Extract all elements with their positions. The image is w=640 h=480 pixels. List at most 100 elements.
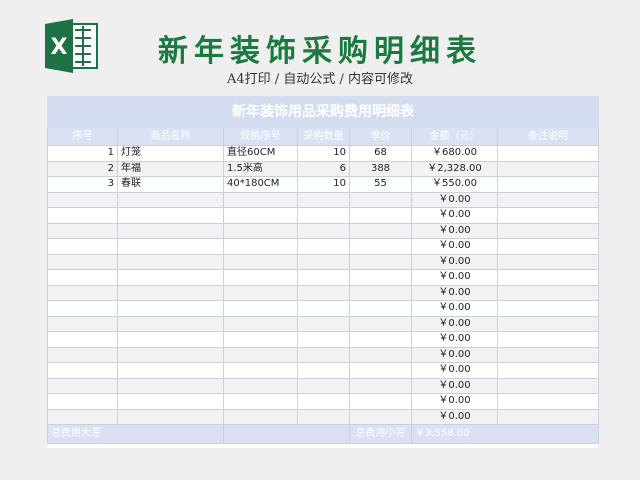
table-cell[interactable] bbox=[297, 238, 350, 255]
table-cell[interactable] bbox=[223, 191, 298, 208]
table-cell[interactable]: ￥0.00 bbox=[411, 222, 498, 239]
column-header[interactable]: 采购数量 bbox=[297, 127, 350, 146]
table-cell[interactable]: ￥0.00 bbox=[411, 377, 498, 394]
table-cell[interactable] bbox=[117, 362, 224, 379]
table-cell[interactable] bbox=[297, 300, 350, 317]
table-cell[interactable] bbox=[47, 315, 118, 332]
table-cell[interactable]: ￥0.00 bbox=[411, 191, 498, 208]
table-cell[interactable] bbox=[497, 362, 599, 379]
table-cell[interactable] bbox=[117, 238, 224, 255]
table-cell[interactable] bbox=[349, 284, 412, 301]
table-cell[interactable] bbox=[497, 238, 599, 255]
table-cell[interactable] bbox=[223, 207, 298, 224]
table-cell[interactable] bbox=[497, 160, 599, 177]
table-cell[interactable]: 10 bbox=[297, 145, 350, 162]
table-cell[interactable] bbox=[297, 269, 350, 286]
table-cell[interactable] bbox=[223, 284, 298, 301]
table-cell[interactable] bbox=[349, 222, 412, 239]
table-cell[interactable] bbox=[497, 207, 599, 224]
table-cell[interactable]: 年福 bbox=[117, 160, 224, 177]
column-header[interactable]: 备注说明 bbox=[497, 127, 599, 146]
table-cell[interactable] bbox=[497, 191, 599, 208]
table-cell[interactable] bbox=[349, 362, 412, 379]
table-cell[interactable] bbox=[117, 331, 224, 348]
table-cell[interactable]: 3 bbox=[47, 176, 118, 193]
table-cell[interactable] bbox=[47, 284, 118, 301]
table-cell[interactable] bbox=[349, 238, 412, 255]
table-cell[interactable]: 1 bbox=[47, 145, 118, 162]
table-cell[interactable]: 10 bbox=[297, 176, 350, 193]
table-cell[interactable] bbox=[297, 191, 350, 208]
table-cell[interactable] bbox=[223, 393, 298, 410]
table-cell[interactable] bbox=[117, 315, 224, 332]
table-cell[interactable] bbox=[349, 300, 412, 317]
column-header[interactable]: 商品名称 bbox=[117, 127, 224, 146]
table-cell[interactable] bbox=[349, 253, 412, 270]
table-cell[interactable]: ￥680.00 bbox=[411, 145, 498, 162]
table-cell[interactable] bbox=[47, 238, 118, 255]
table-cell[interactable] bbox=[117, 191, 224, 208]
table-cell[interactable] bbox=[223, 300, 298, 317]
table-cell[interactable] bbox=[349, 346, 412, 363]
table-cell[interactable]: ￥0.00 bbox=[411, 315, 498, 332]
table-cell[interactable]: 40*180CM bbox=[223, 176, 298, 193]
table-cell[interactable]: ￥0.00 bbox=[411, 253, 498, 270]
table-cell[interactable] bbox=[497, 176, 599, 193]
table-cell[interactable]: 灯笼 bbox=[117, 145, 224, 162]
table-cell[interactable] bbox=[223, 362, 298, 379]
table-cell[interactable] bbox=[497, 145, 599, 162]
table-cell[interactable] bbox=[117, 346, 224, 363]
table-cell[interactable] bbox=[497, 300, 599, 317]
table-cell[interactable] bbox=[117, 222, 224, 239]
table-cell[interactable]: ￥0.00 bbox=[411, 393, 498, 410]
table-cell[interactable] bbox=[223, 408, 298, 425]
table-cell[interactable] bbox=[117, 284, 224, 301]
table-cell[interactable] bbox=[349, 315, 412, 332]
table-cell[interactable]: 1.5米高 bbox=[223, 160, 298, 177]
table-cell[interactable] bbox=[47, 207, 118, 224]
table-cell[interactable]: ￥0.00 bbox=[411, 331, 498, 348]
table-cell[interactable] bbox=[47, 300, 118, 317]
table-cell[interactable] bbox=[349, 408, 412, 425]
table-cell[interactable] bbox=[47, 331, 118, 348]
table-cell[interactable] bbox=[297, 331, 350, 348]
table-cell[interactable] bbox=[47, 253, 118, 270]
table-cell[interactable]: 春联 bbox=[117, 176, 224, 193]
table-cell[interactable] bbox=[297, 377, 350, 394]
table-cell[interactable] bbox=[117, 253, 224, 270]
table-cell[interactable]: ￥0.00 bbox=[411, 284, 498, 301]
table-cell[interactable] bbox=[297, 222, 350, 239]
table-cell[interactable] bbox=[223, 238, 298, 255]
table-cell[interactable]: 2 bbox=[47, 160, 118, 177]
table-cell[interactable] bbox=[297, 393, 350, 410]
table-cell[interactable]: ￥2,328.00 bbox=[411, 160, 498, 177]
table-cell[interactable] bbox=[117, 207, 224, 224]
table-cell[interactable] bbox=[497, 331, 599, 348]
table-cell[interactable] bbox=[117, 300, 224, 317]
table-cell[interactable] bbox=[47, 191, 118, 208]
table-cell[interactable] bbox=[223, 315, 298, 332]
table-cell[interactable] bbox=[223, 377, 298, 394]
table-cell[interactable] bbox=[497, 315, 599, 332]
table-cell[interactable] bbox=[47, 393, 118, 410]
table-cell[interactable] bbox=[223, 331, 298, 348]
table-cell[interactable] bbox=[297, 346, 350, 363]
table-cell[interactable]: ￥0.00 bbox=[411, 300, 498, 317]
table-cell[interactable] bbox=[223, 346, 298, 363]
table-cell[interactable] bbox=[349, 207, 412, 224]
table-cell[interactable]: 直径60CM bbox=[223, 145, 298, 162]
total-caps-value[interactable] bbox=[223, 424, 350, 444]
table-cell[interactable] bbox=[497, 222, 599, 239]
table-cell[interactable] bbox=[47, 222, 118, 239]
table-cell[interactable] bbox=[349, 269, 412, 286]
table-cell[interactable]: 6 bbox=[297, 160, 350, 177]
column-header[interactable]: 序号 bbox=[47, 127, 118, 146]
table-cell[interactable]: ￥550.00 bbox=[411, 176, 498, 193]
table-cell[interactable] bbox=[497, 393, 599, 410]
table-cell[interactable] bbox=[223, 269, 298, 286]
table-cell[interactable]: ￥0.00 bbox=[411, 269, 498, 286]
table-cell[interactable] bbox=[297, 315, 350, 332]
table-cell[interactable] bbox=[297, 362, 350, 379]
table-cell[interactable] bbox=[349, 331, 412, 348]
table-cell[interactable] bbox=[349, 377, 412, 394]
